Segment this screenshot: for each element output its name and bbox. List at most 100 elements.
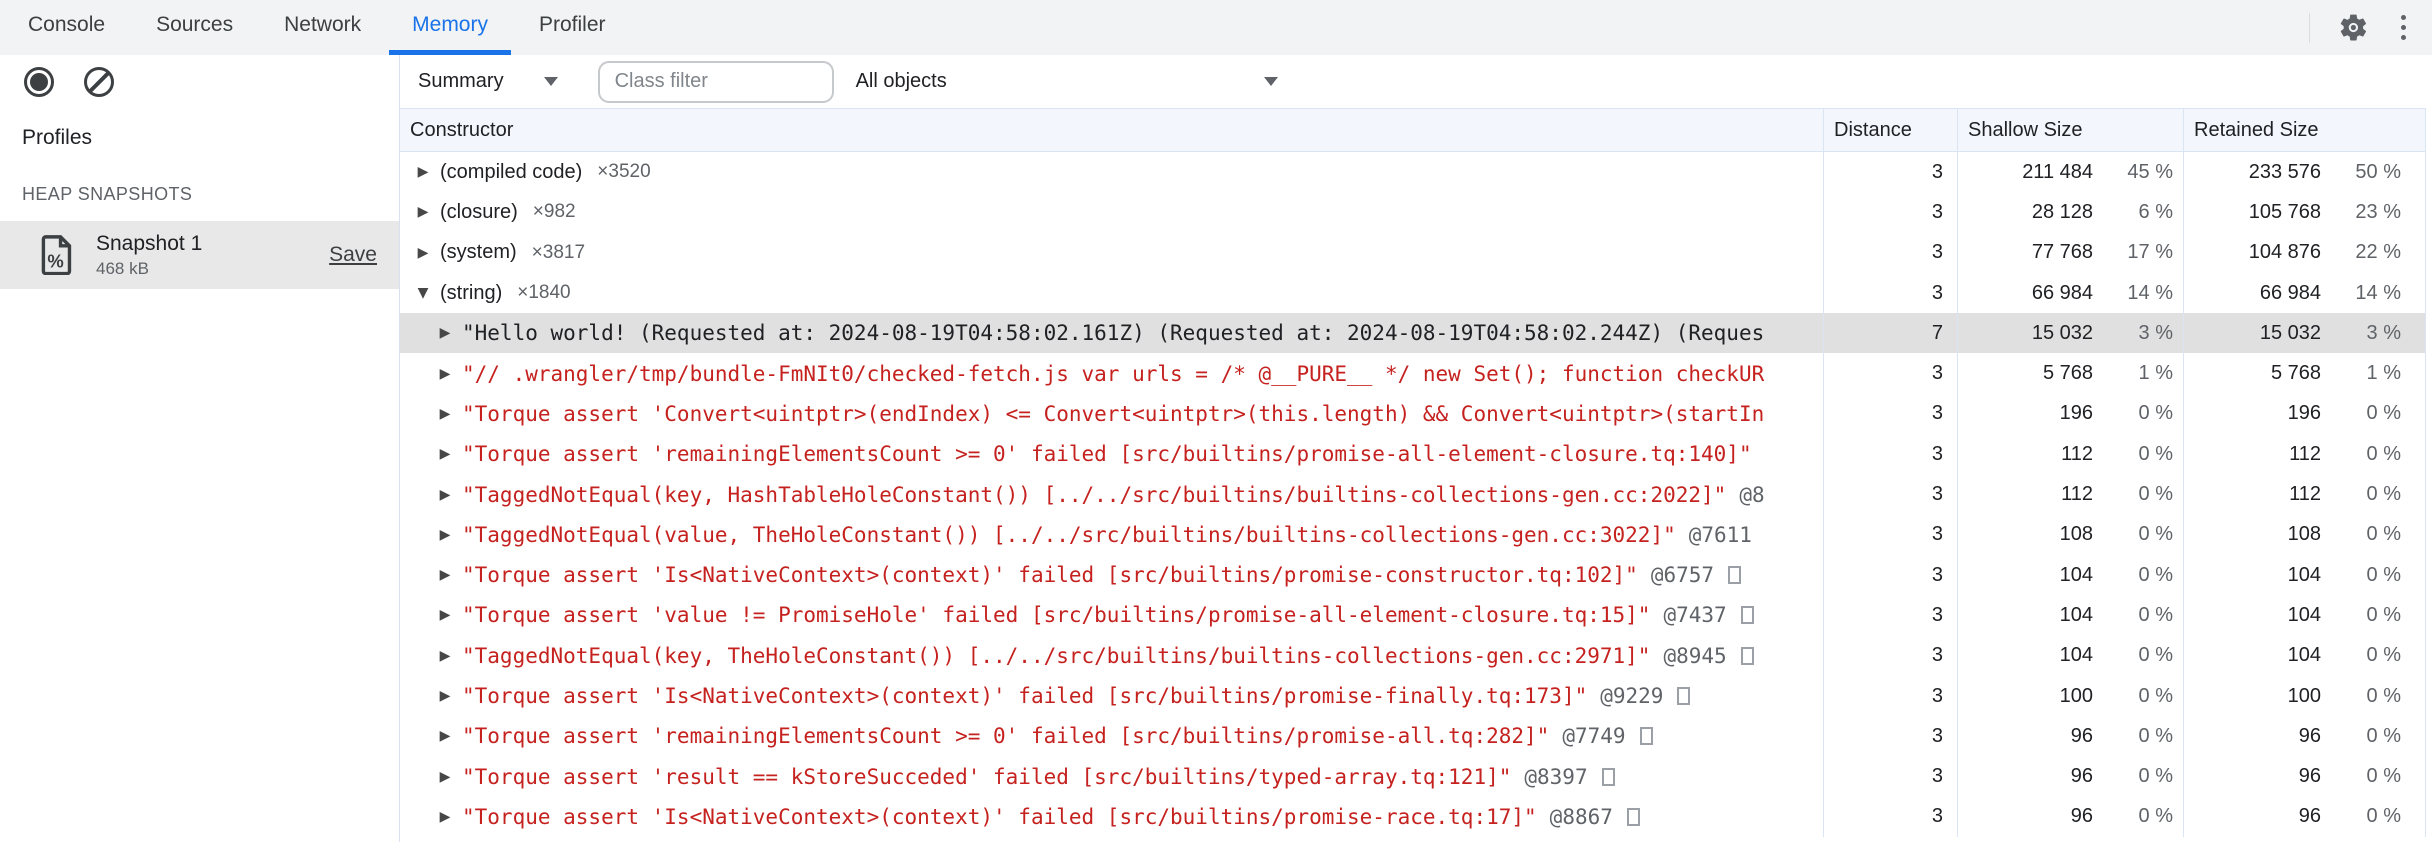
string-value: "Torque assert 'remainingElementsCount >… <box>462 442 1752 467</box>
expand-arrow-icon[interactable]: ▶ <box>412 245 434 261</box>
expand-arrow-icon[interactable]: ▶ <box>434 527 456 543</box>
table-row[interactable]: ▶ (closure) ×982 3 28 128 6 % 105 768 23 % <box>400 192 2425 233</box>
retained-size-cell: 96 0 % <box>2183 716 2425 757</box>
string-value: "TaggedNotEqual(key, HashTableHoleConsta… <box>462 482 1727 507</box>
table-row[interactable]: ▶ "Hello world! (Requested at: 2024-08-19… <box>400 313 2425 354</box>
constructor-cell: ▶ "Torque assert 'remainingElementsCount … <box>400 434 1823 474</box>
size-value: 211 484 <box>2022 160 2093 183</box>
table-row[interactable]: ▶ "Torque assert 'Is<NativeContext>(conte… <box>400 796 2425 838</box>
table-row[interactable]: ▶ "TaggedNotEqual(key, HashTableHoleConst… <box>400 474 2425 515</box>
tab-network[interactable]: Network <box>261 0 384 55</box>
size-percent: 0 % <box>2366 603 2401 626</box>
instance-count: ×3520 <box>597 161 651 183</box>
tab-console[interactable]: Console <box>5 0 128 55</box>
constructor-cell: ▶ "Torque assert 'remainingElementsCount … <box>400 716 1823 756</box>
column-header-constructor[interactable]: Constructor <box>400 109 1823 151</box>
string-value: "TaggedNotEqual(key, TheHoleConstant()) … <box>462 643 1651 668</box>
distance-cell: 7 <box>1823 313 1957 354</box>
table-row[interactable]: ▶ "Torque assert 'value != PromiseHole' f… <box>400 595 2425 636</box>
retained-size-cell: 112 0 % <box>2183 434 2425 475</box>
size-value: 112 <box>2061 442 2093 465</box>
expand-arrow-icon[interactable]: ▶ <box>434 769 456 785</box>
size-percent: 0 % <box>2366 483 2401 506</box>
constructor-cell: ▶ "TaggedNotEqual(key, TheHoleConstant())… <box>400 636 1823 676</box>
objects-filter-select[interactable]: All objects <box>856 70 1278 93</box>
collapse-arrow-icon[interactable]: ▼ <box>412 285 434 301</box>
box-glyph-icon <box>1626 807 1640 826</box>
shallow-size-cell: 5 768 1 % <box>1957 353 2183 394</box>
size-percent: 50 % <box>2355 160 2401 183</box>
dropdown-arrow-icon[interactable] <box>543 77 558 86</box>
tab-profiler[interactable]: Profiler <box>516 0 629 55</box>
table-row[interactable]: ▶ "Torque assert 'remainingElementsCount … <box>400 716 2425 757</box>
tab-sources[interactable]: Sources <box>133 0 256 55</box>
expand-arrow-icon[interactable]: ▶ <box>412 204 434 220</box>
table-row[interactable]: ▶ (compiled code) ×3520 3 211 484 45 % 233 576… <box>400 152 2425 193</box>
distance-cell: 3 <box>1823 675 1957 717</box>
expand-arrow-icon[interactable]: ▶ <box>434 648 456 664</box>
table-row[interactable]: ▶ "Torque assert 'Is<NativeContext>(conte… <box>400 675 2425 717</box>
heap-snapshot-view: Summary All objects Constructor Distance… <box>400 55 2432 842</box>
expand-arrow-icon[interactable]: ▶ <box>434 567 456 583</box>
expand-arrow-icon[interactable]: ▶ <box>434 728 456 744</box>
string-value: "Torque assert 'Is<NativeContext>(contex… <box>462 563 1638 588</box>
heap-snapshot-file-icon: % <box>40 235 74 275</box>
sidebar-title: Profiles <box>22 126 93 149</box>
expand-arrow-icon[interactable]: ▶ <box>434 487 456 503</box>
save-snapshot-link[interactable]: Save <box>329 243 377 267</box>
expand-arrow-icon[interactable]: ▶ <box>434 406 456 422</box>
size-percent: 0 % <box>2138 644 2173 667</box>
table-row[interactable]: ▶ (system) ×3817 3 77 768 17 % 104 876 22 % <box>400 232 2425 273</box>
expand-arrow-icon[interactable]: ▶ <box>434 809 456 825</box>
expand-arrow-icon[interactable]: ▶ <box>434 688 456 704</box>
distance-cell: 3 <box>1823 474 1957 515</box>
size-percent: 0 % <box>2138 563 2173 586</box>
expand-arrow-icon[interactable]: ▶ <box>434 325 456 341</box>
more-options-kebab-icon[interactable] <box>2397 11 2410 44</box>
shallow-size-cell: 196 0 % <box>1957 393 2183 435</box>
column-header-distance[interactable]: Distance <box>1823 109 1957 151</box>
shallow-size-cell: 211 484 45 % <box>1957 152 2183 193</box>
object-id: @9229 <box>1600 684 1664 708</box>
class-filter-input[interactable] <box>597 60 834 103</box>
expand-arrow-icon[interactable]: ▶ <box>434 607 456 623</box>
snapshot-list-item[interactable]: % Snapshot 1 468 kB Save <box>0 221 399 289</box>
object-id: @7611 <box>1688 522 1752 547</box>
size-percent: 0 % <box>2138 402 2173 425</box>
size-value: 105 768 <box>2248 200 2321 223</box>
size-value: 100 <box>2287 684 2321 707</box>
settings-gear-icon[interactable] <box>2338 12 2369 43</box>
size-value: 104 <box>2287 603 2321 626</box>
table-row[interactable]: ▶ "Torque assert 'remainingElementsCount … <box>400 434 2425 475</box>
record-heap-snapshot-icon[interactable] <box>24 66 54 97</box>
expand-arrow-icon[interactable]: ▶ <box>434 446 456 462</box>
shallow-size-cell: 100 0 % <box>1957 675 2183 717</box>
object-id: @6757 <box>1650 563 1715 588</box>
table-row[interactable]: ▶ "Torque assert 'result == kStoreSuccede… <box>400 756 2425 797</box>
table-row[interactable]: ▶ "TaggedNotEqual(value, TheHoleConstant(… <box>400 514 2425 555</box>
expand-arrow-icon[interactable]: ▶ <box>434 366 456 382</box>
distance-cell: 3 <box>1823 272 1957 314</box>
table-row[interactable]: ▶ "Torque assert 'Convert<uintptr>(endInd… <box>400 393 2425 435</box>
table-row[interactable]: ▶ "Torque assert 'Is<NativeContext>(conte… <box>400 554 2425 596</box>
table-row[interactable]: ▼ (string) ×1840 3 66 984 14 % 66 984 14 % <box>400 272 2425 314</box>
constructor-cell: ▶ "Torque assert 'value != PromiseHole' f… <box>400 595 1823 635</box>
instance-count: ×3817 <box>531 241 586 263</box>
tab-memory[interactable]: Memory <box>389 0 511 55</box>
size-value: 66 984 <box>2259 281 2321 304</box>
size-percent: 0 % <box>2366 765 2401 788</box>
column-header-shallow-size[interactable]: Shallow Size <box>1957 109 2183 151</box>
size-value: 112 <box>2289 483 2321 506</box>
size-percent: 0 % <box>2138 765 2173 788</box>
table-row[interactable]: ▶ "TaggedNotEqual(key, TheHoleConstant())… <box>400 635 2425 676</box>
size-value: 28 128 <box>2031 200 2093 223</box>
table-row[interactable]: ▶ "// .wrangler/tmp/bundle-FmNIt0/checked… <box>400 353 2425 394</box>
perspective-select-value[interactable]: Summary <box>418 70 504 93</box>
size-percent: 0 % <box>2138 603 2173 626</box>
expand-arrow-icon[interactable]: ▶ <box>412 164 434 180</box>
dropdown-arrow-icon <box>1263 77 1278 86</box>
clear-profiles-icon[interactable] <box>84 66 114 97</box>
column-header-retained-size[interactable]: Retained Size <box>2183 109 2425 151</box>
constructor-cell: ▶ "Torque assert 'Convert<uintptr>(endInd… <box>400 394 1823 434</box>
size-value: 104 <box>2059 603 2093 626</box>
